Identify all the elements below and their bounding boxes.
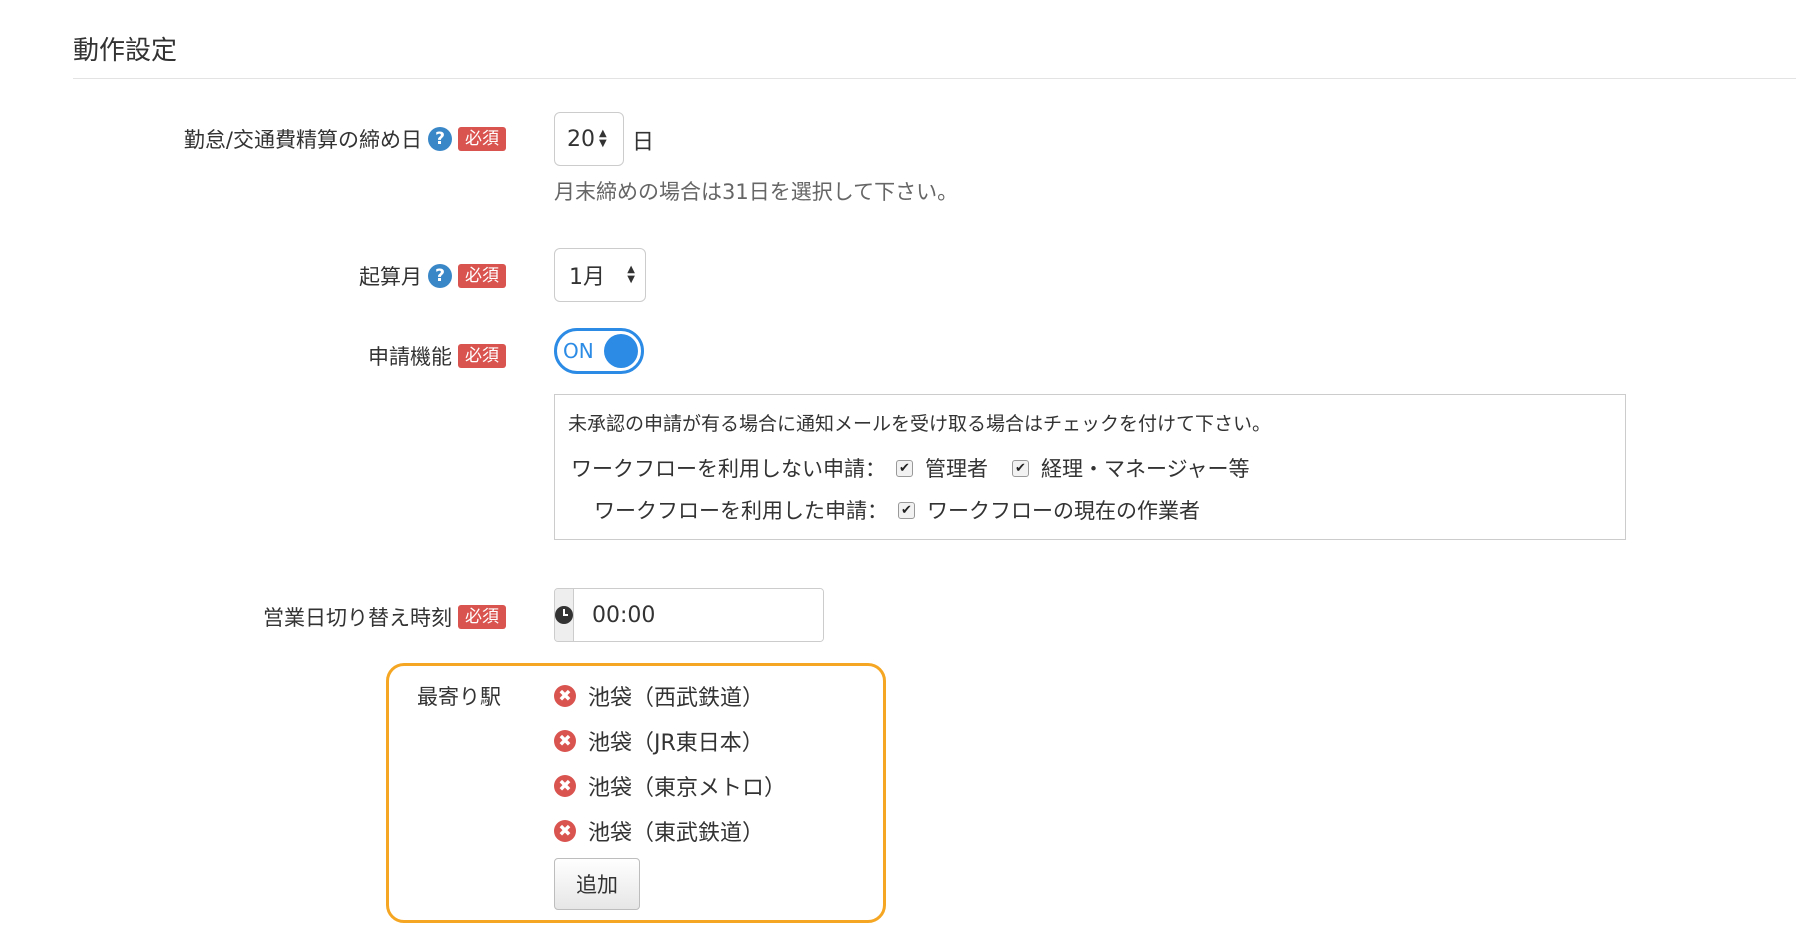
business-day-time-input[interactable] — [574, 589, 823, 641]
closing-day-label: 勤怠/交通費精算の締め日 — [183, 128, 422, 152]
start-month-label-group: 起算月 ? 必須 — [359, 261, 506, 291]
closing-day-value: 20 — [567, 126, 595, 152]
business-day-label: 営業日切り替え時刻 — [263, 606, 452, 630]
station-name: 池袋（西武鉄道） — [588, 686, 765, 711]
help-icon[interactable]: ? — [428, 127, 452, 151]
required-badge: 必須 — [458, 264, 506, 288]
clock-icon — [555, 606, 573, 624]
workflow-label: ワークフローを利用した申請： — [594, 499, 888, 523]
station-name: 池袋（東京メトロ） — [588, 776, 787, 801]
notification-description: 未承認の申請が有る場合に通知メールを受け取る場合はチェックを付けて下さい。 — [568, 413, 1272, 435]
closing-day-unit: 日 — [632, 130, 655, 155]
closing-day-select[interactable]: 20 ▲ ▼ — [554, 112, 624, 166]
add-station-button[interactable]: 追加 — [554, 858, 640, 910]
closing-day-label-group: 勤怠/交通費精算の締め日 ? 必須 — [184, 124, 506, 154]
notification-row-workflow: ワークフローを利用した申請： ✔ ワークフローの現在の作業者 — [594, 495, 1200, 525]
station-item: ✖ 池袋（西武鉄道） — [554, 680, 764, 712]
checkbox-checked-icon[interactable]: ✔ — [1012, 459, 1029, 477]
application-label-group: 申請機能 必須 — [368, 341, 506, 371]
station-name: 池袋（JR東日本） — [588, 731, 764, 756]
application-toggle[interactable]: ON — [554, 328, 644, 374]
business-day-label-group: 営業日切り替え時刻 必須 — [263, 602, 506, 632]
station-item: ✖ 池袋（東京メトロ） — [554, 770, 786, 802]
start-month-label: 起算月 — [359, 265, 422, 289]
option-current-worker: ワークフローの現在の作業者 — [927, 499, 1200, 523]
checkbox-checked-icon[interactable]: ✔ — [896, 459, 913, 477]
remove-circle-icon[interactable]: ✖ — [554, 730, 576, 752]
section-title: 動作設定 — [73, 36, 178, 66]
station-item: ✖ 池袋（JR東日本） — [554, 725, 764, 757]
station-item: ✖ 池袋（東武鉄道） — [554, 815, 764, 847]
business-day-time-group — [554, 588, 824, 642]
required-badge: 必須 — [458, 344, 506, 368]
application-label: 申請機能 — [368, 345, 452, 369]
time-addon — [555, 589, 574, 641]
closing-day-hint: 月末締めの場合は31日を選択して下さい。 — [554, 180, 959, 204]
required-badge: 必須 — [458, 605, 506, 629]
section-divider — [73, 78, 1796, 79]
notification-row-no-workflow: ワークフローを利用しない申請： ✔ 管理者 ✔ 経理・マネージャー等 — [571, 453, 1250, 483]
start-month-select[interactable]: 1月 ▲ ▼ — [554, 248, 646, 302]
option-accounting-manager: 経理・マネージャー等 — [1041, 457, 1250, 481]
remove-circle-icon[interactable]: ✖ — [554, 775, 576, 797]
toggle-knob — [604, 334, 638, 368]
required-badge: 必須 — [458, 127, 506, 151]
help-icon[interactable]: ? — [428, 264, 452, 288]
remove-circle-icon[interactable]: ✖ — [554, 820, 576, 842]
no-workflow-label: ワークフローを利用しない申請： — [571, 457, 886, 481]
spinner-arrows-icon: ▲ ▼ — [627, 264, 635, 285]
spinner-arrows-icon: ▲ ▼ — [599, 128, 607, 149]
toggle-state-text: ON — [563, 339, 594, 363]
start-month-value: 1月 — [569, 265, 605, 290]
notification-settings-box: 未承認の申請が有る場合に通知メールを受け取る場合はチェックを付けて下さい。 ワー… — [554, 394, 1626, 540]
checkbox-checked-icon[interactable]: ✔ — [898, 501, 915, 519]
nearest-station-label: 最寄り駅 — [417, 685, 501, 709]
remove-circle-icon[interactable]: ✖ — [554, 685, 576, 707]
option-admin: 管理者 — [925, 457, 988, 481]
station-name: 池袋（東武鉄道） — [588, 821, 765, 846]
